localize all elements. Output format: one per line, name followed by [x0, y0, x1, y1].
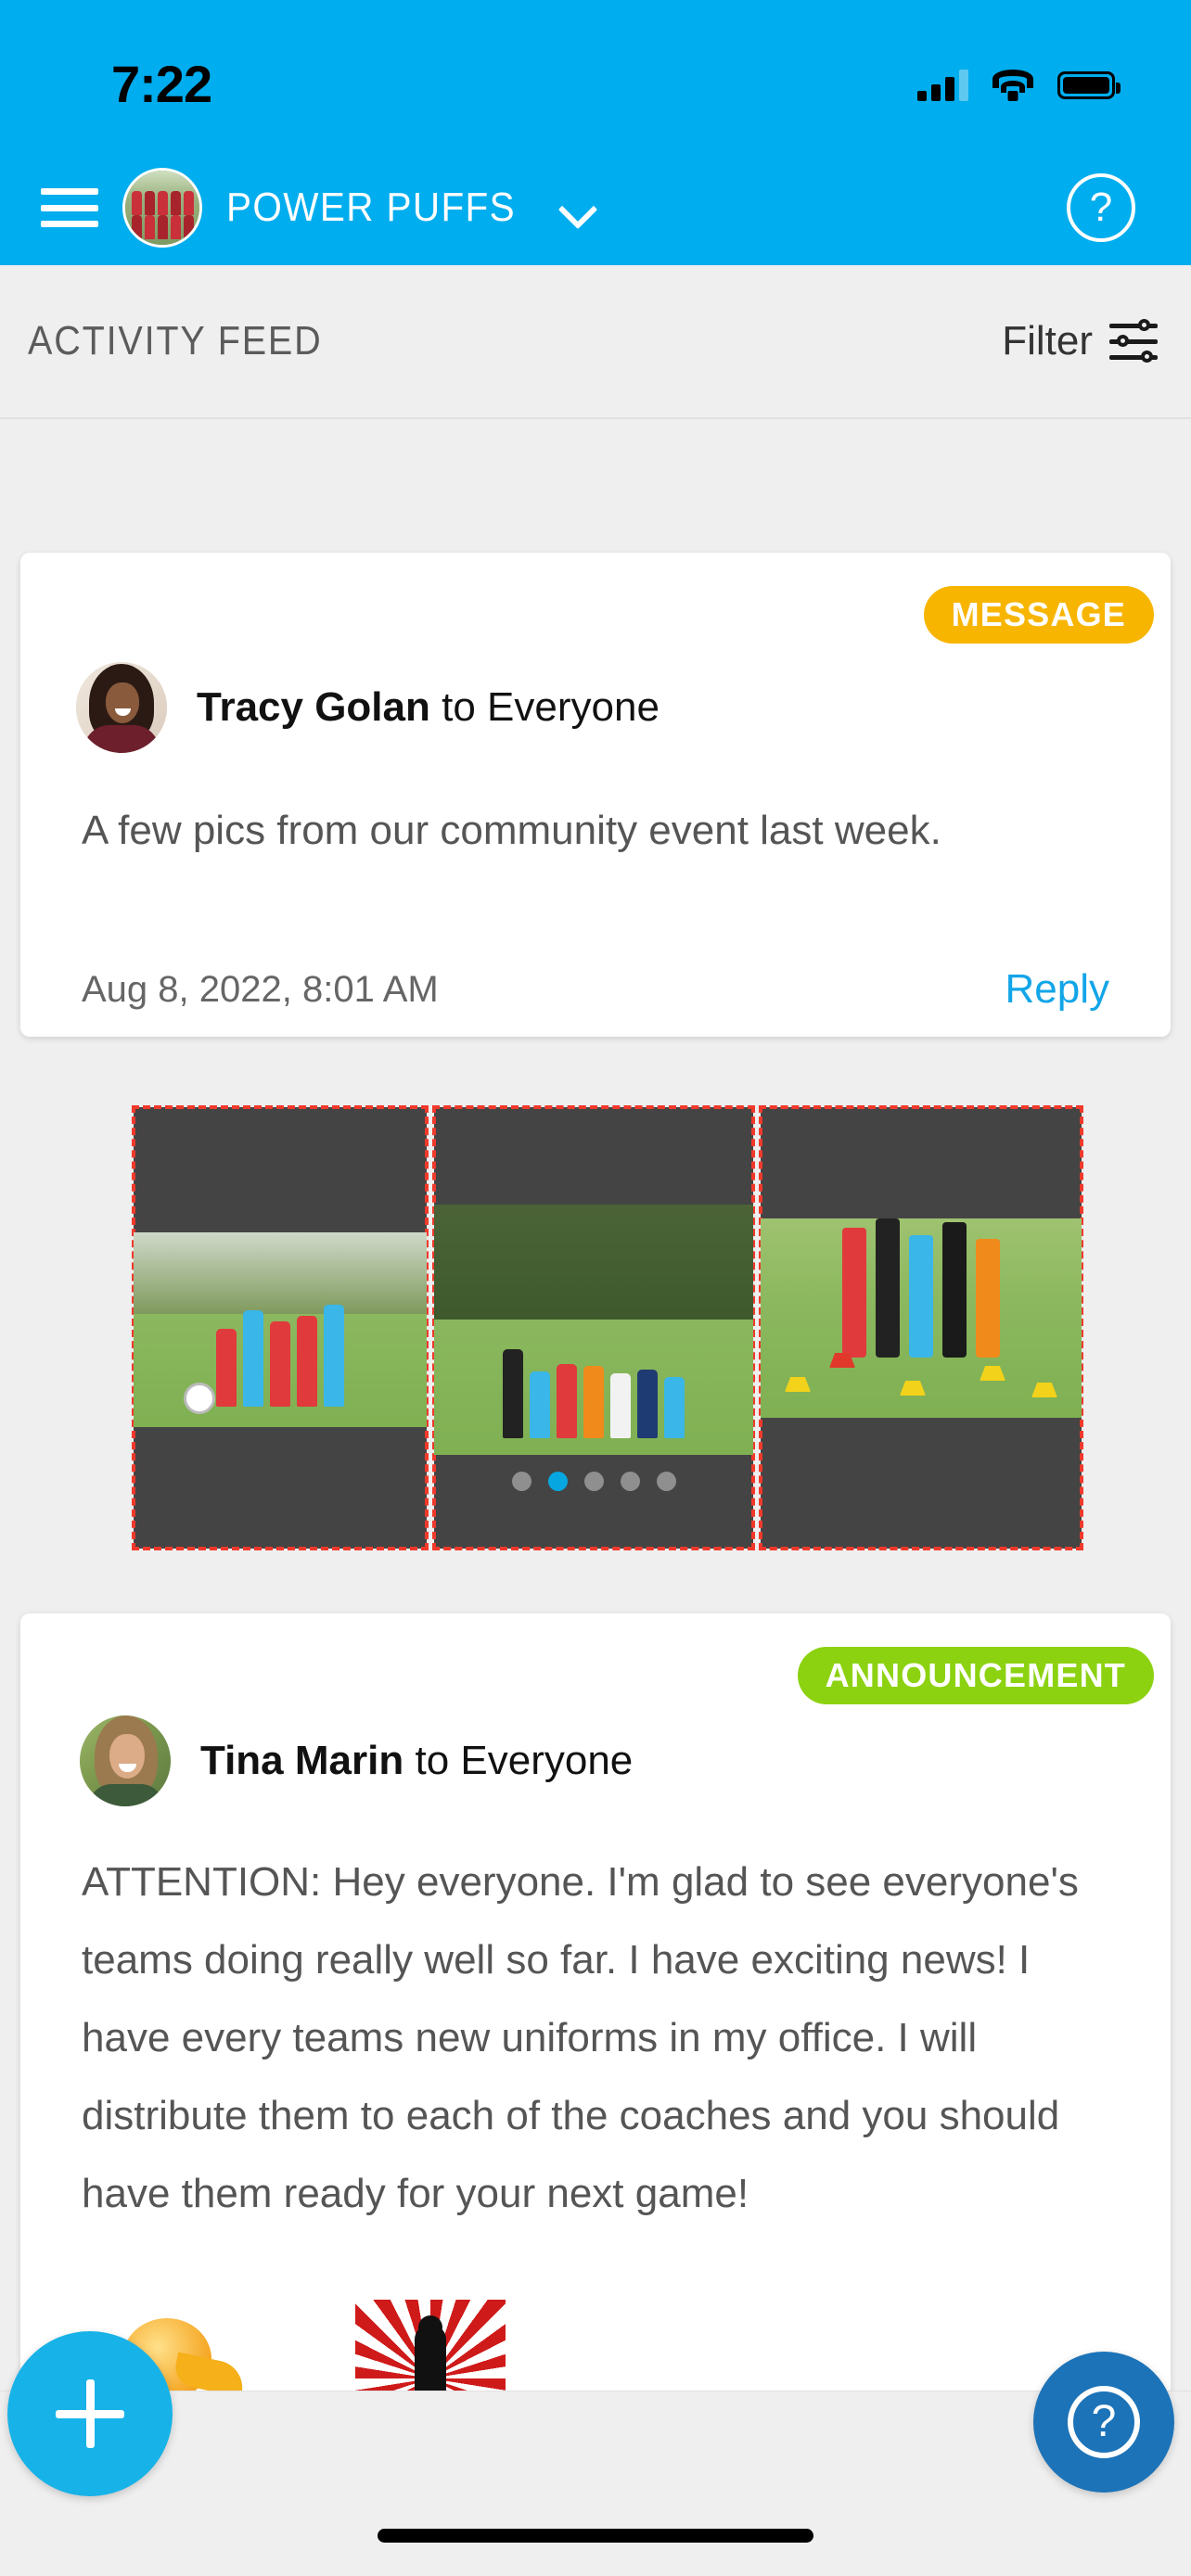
status-bar-clock: 7:22: [111, 54, 212, 113]
filter-button[interactable]: Filter: [1002, 318, 1158, 364]
app-header: POWER PUFFS ?: [0, 150, 1191, 265]
app-screen: 7:22 POWER PUFFS ? ACTIVITY FEED Filter: [0, 0, 1191, 2576]
carousel-slide[interactable]: [432, 1105, 755, 1550]
post-author-label: Tracy Golan to Everyone: [197, 684, 660, 731]
hamburger-menu-icon[interactable]: [41, 188, 98, 227]
help-button[interactable]: ?: [1033, 2352, 1174, 2493]
reply-link[interactable]: Reply: [1005, 966, 1110, 1013]
question-mark-circle-icon: ?: [1068, 2386, 1140, 2458]
carousel-dots[interactable]: [434, 1472, 753, 1491]
carousel-dot[interactable]: [511, 1472, 531, 1491]
author-recipient: to Everyone: [415, 1738, 634, 1783]
wifi-icon: [992, 70, 1033, 101]
page-title: ACTIVITY FEED: [28, 318, 323, 363]
post-timestamp: Aug 8, 2022, 8:01 AM: [82, 968, 439, 1010]
home-indicator-bar: [378, 2529, 813, 2543]
avatar[interactable]: [76, 662, 167, 753]
feed-post-card[interactable]: MESSAGE Tracy Golan to Everyone A few pi…: [20, 553, 1171, 1550]
activity-feed-list[interactable]: MESSAGE Tracy Golan to Everyone A few pi…: [0, 419, 1191, 2576]
carousel-slide[interactable]: [132, 1105, 429, 1550]
carousel-slide[interactable]: [759, 1105, 1083, 1550]
post-author-label: Tina Marin to Everyone: [200, 1738, 633, 1784]
feed-header-bar: ACTIVITY FEED Filter: [0, 265, 1191, 419]
post-author-row: Tina Marin to Everyone: [80, 1715, 633, 1806]
post-author-row: Tracy Golan to Everyone: [76, 662, 660, 753]
author-name: Tina Marin: [200, 1738, 404, 1783]
post-body-text: A few pics from our community event last…: [82, 808, 941, 853]
author-recipient: to Everyone: [442, 684, 660, 730]
status-badge: ANNOUNCEMENT: [797, 1647, 1154, 1704]
feed-post-card[interactable]: ANNOUNCEMENT Tina Marin to Everyone ATTE…: [20, 1613, 1171, 2457]
team-name-label[interactable]: POWER PUFFS: [226, 185, 516, 231]
help-circle-icon[interactable]: ?: [1067, 173, 1135, 242]
status-bar: 7:22: [0, 0, 1191, 150]
carousel-dot[interactable]: [620, 1472, 640, 1491]
carousel-dot[interactable]: [583, 1472, 604, 1491]
cellular-signal-icon: [917, 70, 968, 101]
carousel-dot[interactable]: [656, 1472, 676, 1491]
post-meta-row: Aug 8, 2022, 8:01 AM Reply: [20, 966, 1171, 1013]
carousel-dot-active[interactable]: [547, 1472, 568, 1491]
filter-label: Filter: [1002, 318, 1093, 363]
avatar[interactable]: [80, 1715, 171, 1806]
chevron-down-icon[interactable]: [561, 192, 593, 223]
tune-sliders-icon: [1109, 319, 1158, 363]
status-badge: MESSAGE: [923, 586, 1154, 644]
bottom-bar: ?: [0, 2331, 1191, 2576]
status-bar-icons: [917, 70, 1121, 101]
plus-icon: [56, 2379, 124, 2448]
team-photo-avatar[interactable]: [122, 168, 202, 248]
battery-full-icon: [1057, 71, 1121, 99]
photo-carousel[interactable]: [132, 1105, 1104, 1550]
author-name: Tracy Golan: [197, 684, 430, 730]
post-body-text: ATTENTION: Hey everyone. I'm glad to see…: [82, 1859, 1079, 2216]
add-post-button[interactable]: [7, 2331, 173, 2496]
